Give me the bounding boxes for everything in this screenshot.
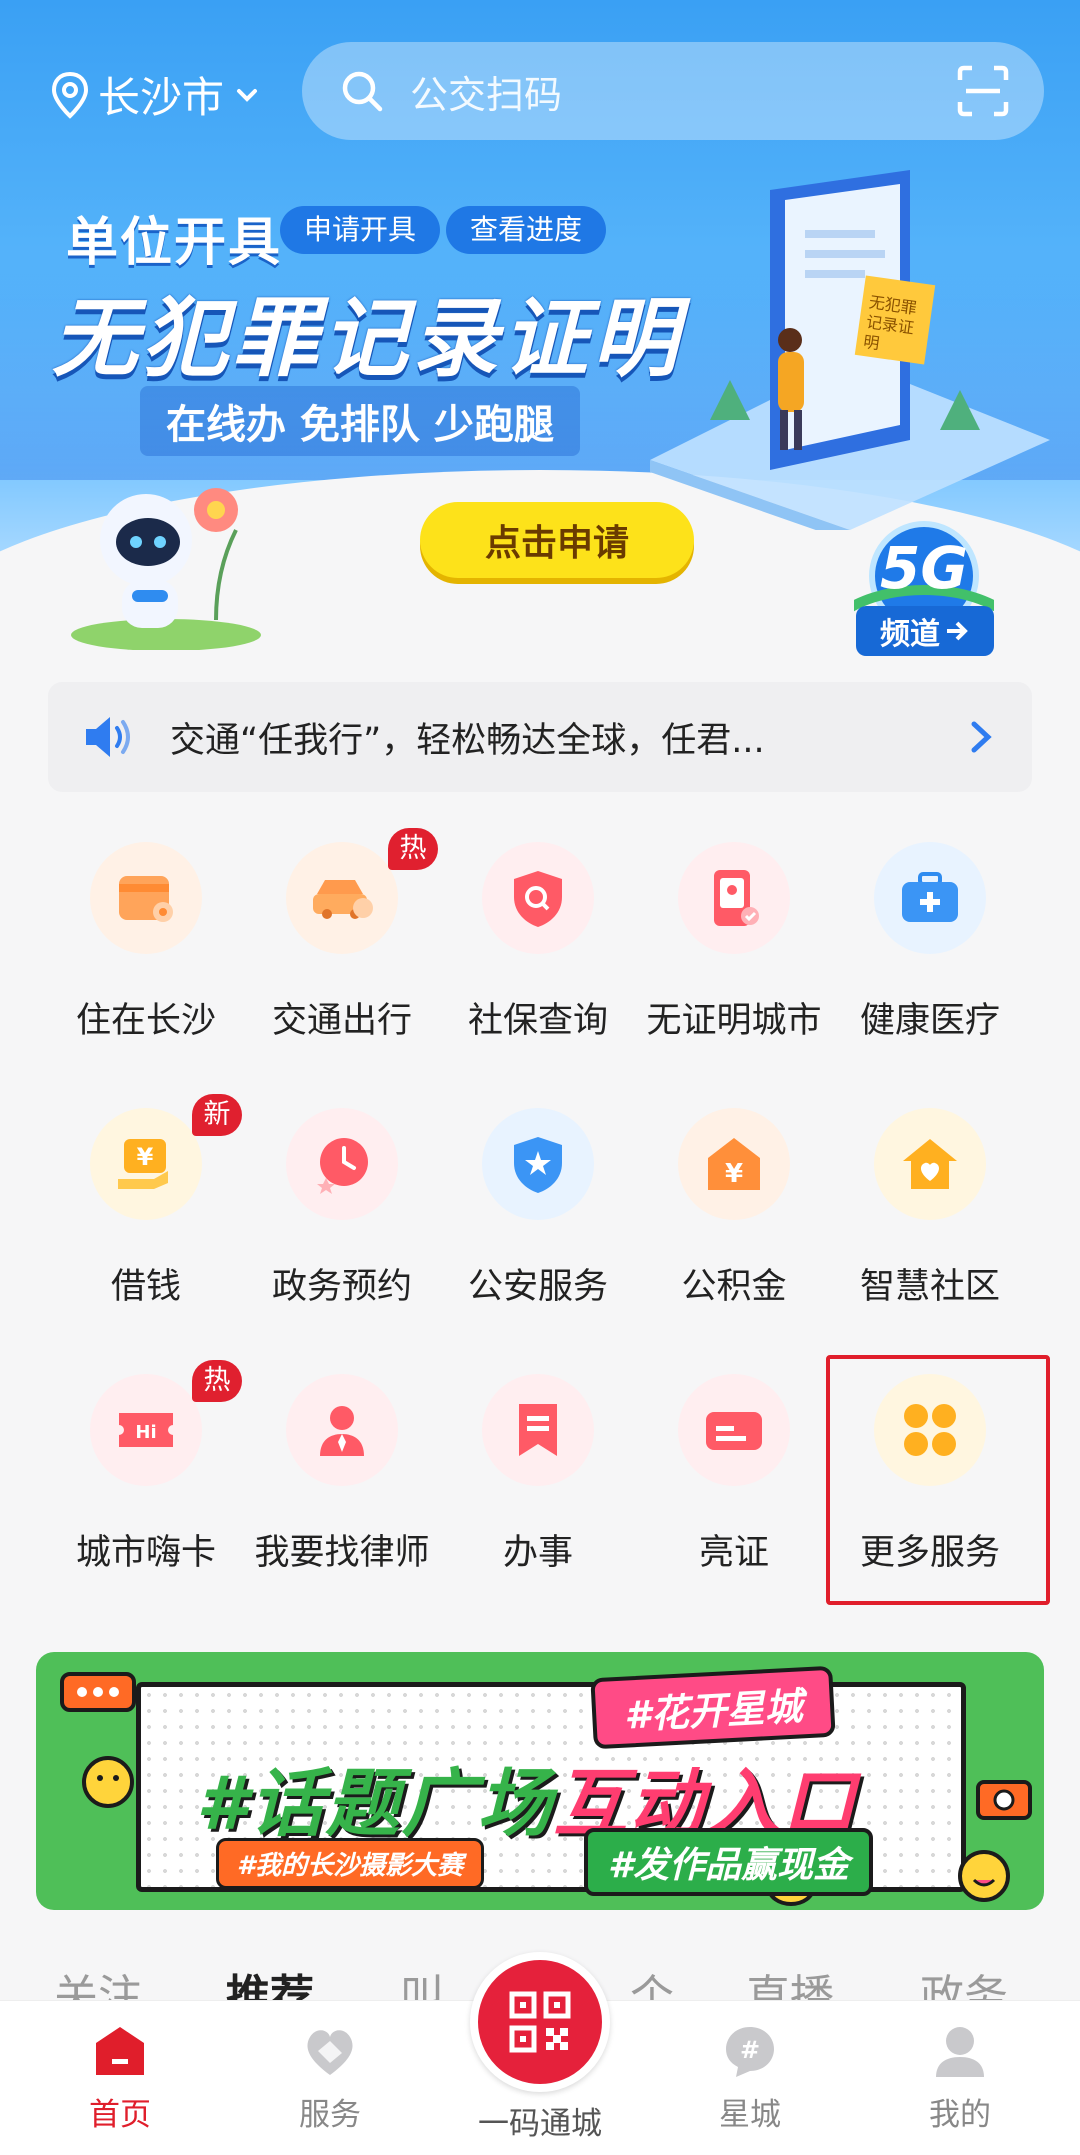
new-tag: 新 bbox=[192, 1094, 242, 1136]
nav-services[interactable]: 服务 bbox=[250, 2023, 410, 2134]
more-services-highlight bbox=[826, 1355, 1050, 1605]
city-name: 长沙市 bbox=[98, 73, 225, 122]
nav-mine[interactable]: 我的 bbox=[880, 2023, 1040, 2134]
hero-subtitle: 单位开具 bbox=[66, 213, 283, 273]
hot-tag: 热 bbox=[192, 1360, 242, 1402]
hot-tag: 热 bbox=[388, 828, 438, 870]
topic-square-banner[interactable]: #花开星城 #话题广场互动入口 #我的长沙摄影大赛 #发作品赢现金 bbox=[36, 1652, 1044, 1910]
service-show-certificate[interactable]: 亮证 bbox=[636, 1362, 832, 1602]
hero-title: 无犯罪记录证明 bbox=[52, 289, 682, 389]
qr-code-button[interactable] bbox=[470, 1952, 610, 2092]
services-heart-icon bbox=[307, 2030, 353, 2075]
scan-icon[interactable] bbox=[956, 64, 1010, 118]
nav-label: 星城 bbox=[719, 2097, 781, 2133]
service-traffic[interactable]: 热 交通出行 bbox=[244, 828, 440, 1070]
service-find-lawyer[interactable]: 我要找律师 bbox=[244, 1362, 440, 1602]
smile-icon bbox=[958, 1850, 1010, 1902]
arrow-right-icon bbox=[947, 621, 968, 641]
police-badge-icon bbox=[482, 1108, 594, 1220]
svg-text:Hi: Hi bbox=[135, 1422, 156, 1443]
phone-illustration bbox=[650, 170, 1050, 530]
nav-home[interactable]: 首页 bbox=[40, 2023, 200, 2134]
car-icon bbox=[286, 842, 398, 954]
search-bar[interactable]: 公交扫码 bbox=[302, 42, 1044, 140]
chat-bubble-icon bbox=[60, 1672, 136, 1712]
city-selector[interactable]: 长沙市 bbox=[50, 64, 270, 125]
star-city-hash-icon: # bbox=[726, 2027, 774, 2077]
chevron-down-icon bbox=[237, 88, 258, 102]
chevron-right-icon bbox=[971, 721, 992, 753]
phone-id-icon bbox=[678, 842, 790, 954]
channel-label: 频道 bbox=[880, 617, 940, 652]
robot-mascot-illustration bbox=[71, 488, 261, 650]
bookmark-icon bbox=[482, 1374, 594, 1486]
qr-code-icon bbox=[509, 1991, 571, 2053]
user-icon bbox=[936, 2027, 984, 2077]
nav-star-city[interactable]: # 星城 bbox=[670, 2023, 830, 2134]
service-live-in-changsha[interactable]: 住在长沙 bbox=[48, 830, 244, 1070]
service-health[interactable]: 健康医疗 bbox=[832, 830, 1028, 1070]
nav-label: 服务 bbox=[299, 2097, 361, 2133]
service-borrow[interactable]: ¥ 新 借钱 bbox=[48, 1094, 244, 1336]
yuan-hand-icon: ¥ bbox=[90, 1108, 202, 1220]
apply-pill-button[interactable]: 申请开具 bbox=[280, 206, 441, 254]
service-handle-affairs[interactable]: 办事 bbox=[440, 1362, 636, 1602]
topic-title-part1: #话题广场 bbox=[196, 1761, 554, 1847]
hero-banner[interactable]: 长沙市 公交扫码 单位开具 申请开具 查看进度 无犯罪记录证明 在线办 免排队 … bbox=[0, 0, 1080, 665]
topic-tag: #花开星城 bbox=[590, 1665, 837, 1750]
emoji-icon bbox=[82, 1756, 134, 1808]
svg-text:¥: ¥ bbox=[725, 1159, 743, 1189]
topic-sub-tag-photo: #我的长沙摄影大赛 bbox=[216, 1838, 485, 1889]
search-icon bbox=[342, 71, 383, 112]
service-label: 健康医疗 bbox=[859, 1001, 1000, 1041]
hi-ticket-icon: Hi bbox=[90, 1374, 202, 1486]
service-smart-community[interactable]: 智慧社区 bbox=[832, 1096, 1028, 1336]
service-label: 智慧社区 bbox=[859, 1267, 1000, 1307]
service-housing-fund[interactable]: ¥ 公积金 bbox=[636, 1096, 832, 1336]
speaker-icon bbox=[86, 717, 130, 757]
notice-bar[interactable]: 交通“任我行”，轻松畅达全球，任君... bbox=[48, 682, 1032, 792]
shield-search-icon bbox=[482, 842, 594, 954]
5g-label: 5G bbox=[880, 534, 968, 602]
5g-channel-button[interactable]: 频道 bbox=[856, 606, 994, 656]
yuan-house-icon: ¥ bbox=[678, 1108, 790, 1220]
hero-slogan: 在线办 免排队 少跑腿 bbox=[140, 386, 580, 456]
service-public-security[interactable]: 公安服务 bbox=[440, 1096, 636, 1336]
card-icon bbox=[678, 1374, 790, 1486]
home-heart-icon bbox=[874, 1108, 986, 1220]
lawyer-icon bbox=[286, 1374, 398, 1486]
medical-kit-icon bbox=[874, 842, 986, 954]
nav-label: 我的 bbox=[929, 2097, 991, 2133]
wallet-pin-icon bbox=[90, 842, 202, 954]
svg-text:¥: ¥ bbox=[137, 1143, 154, 1171]
service-social-security[interactable]: 社保查询 bbox=[440, 830, 636, 1070]
nav-label: 首页 bbox=[89, 2097, 151, 2133]
service-city-hi-card[interactable]: Hi 热 城市嗨卡 bbox=[48, 1360, 244, 1602]
topic-sub-tag-cash: #发作品赢现金 bbox=[584, 1828, 874, 1896]
service-government-appointment[interactable]: 政务预约 bbox=[244, 1096, 440, 1336]
camera-icon bbox=[976, 1780, 1032, 1820]
svg-text:#: # bbox=[740, 2036, 760, 2064]
location-pin-icon bbox=[51, 71, 89, 119]
progress-pill-button[interactable]: 查看进度 bbox=[446, 206, 607, 254]
qr-label: 一码通城 bbox=[478, 2106, 602, 2142]
notice-text: 交通“任我行”，轻松畅达全球，任君... bbox=[170, 720, 765, 761]
service-no-certificate-city[interactable]: 无证明城市 bbox=[636, 830, 832, 1070]
clock-icon bbox=[286, 1108, 398, 1220]
home-icon bbox=[96, 2027, 144, 2075]
search-placeholder: 公交扫码 bbox=[410, 72, 563, 117]
doc-tag: 无犯罪记录证明 bbox=[862, 292, 918, 354]
